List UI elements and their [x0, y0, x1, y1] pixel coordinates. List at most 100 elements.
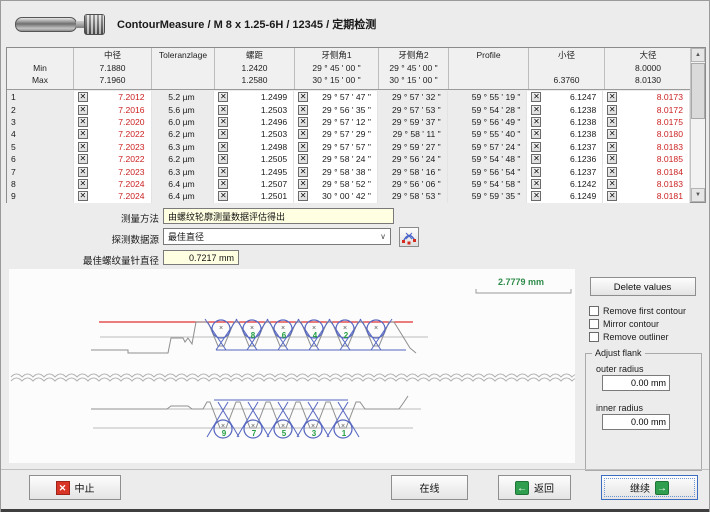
measure-checkbox[interactable]: ✕ [298, 167, 308, 177]
measure-checkbox[interactable]: ✕ [607, 92, 617, 102]
scrollbar-thumb[interactable] [691, 63, 705, 119]
online-button[interactable]: 在线 [391, 475, 468, 500]
back-button[interactable]: ← 返回 [498, 475, 571, 500]
measure-checkbox[interactable]: ✕ [218, 179, 228, 189]
measure-checkbox[interactable]: ✕ [298, 154, 308, 164]
measure-checkbox[interactable]: ✕ [218, 191, 228, 201]
measure-checkbox[interactable]: ✕ [218, 142, 228, 152]
remove-first-contour-checkbox[interactable]: Remove first contour [589, 304, 706, 317]
measure-checkbox[interactable]: ✕ [607, 129, 617, 139]
table-scrollbar[interactable]: ▲ ▼ [690, 48, 705, 202]
measure-checkbox[interactable]: ✕ [298, 92, 308, 102]
measure-checkbox[interactable]: ✕ [298, 105, 308, 115]
remove-outliner-checkbox[interactable]: Remove outliner [589, 330, 706, 343]
continue-button[interactable]: 继续 → [601, 475, 698, 500]
table-row[interactable]: 1✕7.20125.2 µm✕1.2499✕29 ° 57 ' 47 "29 °… [7, 91, 690, 103]
cell-profile: 59 ° 55 ' 19 " [448, 91, 528, 103]
cell-fa1: ✕29 ° 57 ' 57 " [294, 141, 378, 153]
cell-pitch: ✕1.2499 [214, 91, 294, 103]
measure-checkbox[interactable]: ✕ [531, 92, 541, 102]
cell-num: 1 [7, 91, 74, 103]
column-header-d2: 中径7.18807.1960 [74, 48, 152, 89]
measure-checkbox[interactable]: ✕ [298, 179, 308, 189]
measure-checkbox[interactable]: ✕ [298, 191, 308, 201]
measure-checkbox[interactable]: ✕ [78, 142, 88, 152]
measure-checkbox[interactable]: ✕ [218, 129, 228, 139]
measure-method-field[interactable] [163, 208, 394, 224]
best-wire-diameter-field[interactable] [163, 250, 239, 265]
measure-checkbox[interactable]: ✕ [298, 142, 308, 152]
measure-checkbox[interactable]: ✕ [218, 117, 228, 127]
cell-fa1: ✕29 ° 57 ' 29 " [294, 128, 378, 140]
measure-checkbox[interactable]: ✕ [531, 105, 541, 115]
measure-checkbox[interactable]: ✕ [78, 154, 88, 164]
scroll-up-icon[interactable]: ▲ [691, 48, 705, 62]
measure-checkbox[interactable]: ✕ [298, 129, 308, 139]
cell-tol: 6.4 µm [152, 178, 215, 190]
inner-radius-field[interactable] [602, 414, 670, 430]
measure-checkbox[interactable]: ✕ [218, 92, 228, 102]
table-row[interactable]: 5✕7.20236.3 µm✕1.2498✕29 ° 57 ' 57 "29 °… [7, 141, 690, 153]
measure-checkbox[interactable]: ✕ [607, 117, 617, 127]
cell-d2: ✕7.2020 [74, 116, 152, 128]
measure-checkbox[interactable]: ✕ [78, 167, 88, 177]
arrow-right-icon: → [655, 481, 669, 495]
arrow-left-icon: ← [515, 481, 529, 495]
table-row[interactable]: 6✕7.20226.2 µm✕1.2505✕29 ° 58 ' 24 "29 °… [7, 153, 690, 165]
table-row[interactable]: 8✕7.20246.4 µm✕1.2507✕29 ° 58 ' 52 "29 °… [7, 178, 690, 190]
probe-source-dropdown[interactable]: 最佳直径 ∨ [163, 228, 391, 245]
cell-tol: 6.3 µm [152, 141, 215, 153]
adjust-flank-label: Adjust flank [592, 348, 645, 358]
measure-checkbox[interactable]: ✕ [78, 129, 88, 139]
measure-checkbox[interactable]: ✕ [531, 179, 541, 189]
measure-checkbox[interactable]: ✕ [218, 105, 228, 115]
recalculate-points-button[interactable] [399, 227, 419, 247]
measure-checkbox[interactable]: ✕ [531, 117, 541, 127]
measure-checkbox[interactable]: ✕ [607, 179, 617, 189]
measure-checkbox[interactable]: ✕ [531, 191, 541, 201]
measure-checkbox[interactable]: ✕ [607, 142, 617, 152]
cell-fa1: ✕29 ° 58 ' 24 " [294, 153, 378, 165]
outer-radius-label: outer radius [596, 364, 701, 374]
scale-label: 2.7779 mm [498, 277, 544, 287]
cell-profile: 59 ° 56 ' 54 " [448, 165, 528, 177]
measure-checkbox[interactable]: ✕ [531, 129, 541, 139]
table-row[interactable]: 2✕7.20165.6 µm✕1.2503✕29 ° 56 ' 35 "29 °… [7, 103, 690, 115]
measure-checkbox[interactable]: ✕ [218, 167, 228, 177]
measure-checkbox[interactable]: ✕ [607, 154, 617, 164]
table-row[interactable]: 3✕7.20206.0 µm✕1.2496✕29 ° 57 ' 12 "29 °… [7, 116, 690, 128]
svg-text:8: 8 [251, 331, 256, 340]
cell-fa2: 29 ° 58 ' 16 " [378, 165, 448, 177]
measure-checkbox[interactable]: ✕ [78, 191, 88, 201]
table-row[interactable]: 7✕7.20236.3 µm✕1.2495✕29 ° 58 ' 38 "29 °… [7, 165, 690, 177]
cell-num: 7 [7, 165, 74, 177]
measure-checkbox[interactable]: ✕ [78, 92, 88, 102]
scroll-down-icon[interactable]: ▼ [691, 188, 705, 202]
measure-checkbox[interactable]: ✕ [531, 142, 541, 152]
measure-checkbox[interactable]: ✕ [78, 179, 88, 189]
measure-checkbox[interactable]: ✕ [531, 154, 541, 164]
measure-checkbox[interactable]: ✕ [298, 117, 308, 127]
cell-major: ✕8.0183 [603, 141, 690, 153]
table-row[interactable]: 9✕7.20246.4 µm✕1.2501✕30 ° 00 ' 42 "29 °… [7, 190, 690, 202]
cell-pitch: ✕1.2501 [214, 190, 294, 202]
measure-checkbox[interactable]: ✕ [607, 105, 617, 115]
measure-checkbox[interactable]: ✕ [78, 117, 88, 127]
cell-d2: ✕7.2023 [74, 141, 152, 153]
measure-checkbox[interactable]: ✕ [531, 167, 541, 177]
mirror-contour-checkbox[interactable]: Mirror contour [589, 317, 706, 330]
chevron-down-icon: ∨ [376, 232, 390, 241]
measure-checkbox[interactable]: ✕ [607, 191, 617, 201]
outer-radius-field[interactable] [602, 375, 670, 391]
measure-checkbox[interactable]: ✕ [607, 167, 617, 177]
svg-text:3: 3 [312, 429, 317, 438]
svg-text:2: 2 [344, 331, 349, 340]
delete-values-button[interactable]: Delete values [590, 277, 696, 296]
table-row[interactable]: 4✕7.20226.2 µm✕1.2503✕29 ° 57 ' 29 "29 °… [7, 128, 690, 140]
cell-d2: ✕7.2016 [74, 103, 152, 115]
abort-button[interactable]: ✕ 中止 [29, 475, 121, 500]
svg-text:×: × [374, 325, 378, 332]
measure-checkbox[interactable]: ✕ [78, 105, 88, 115]
measure-checkbox[interactable]: ✕ [218, 154, 228, 164]
cell-minor: ✕6.1238 [527, 103, 603, 115]
